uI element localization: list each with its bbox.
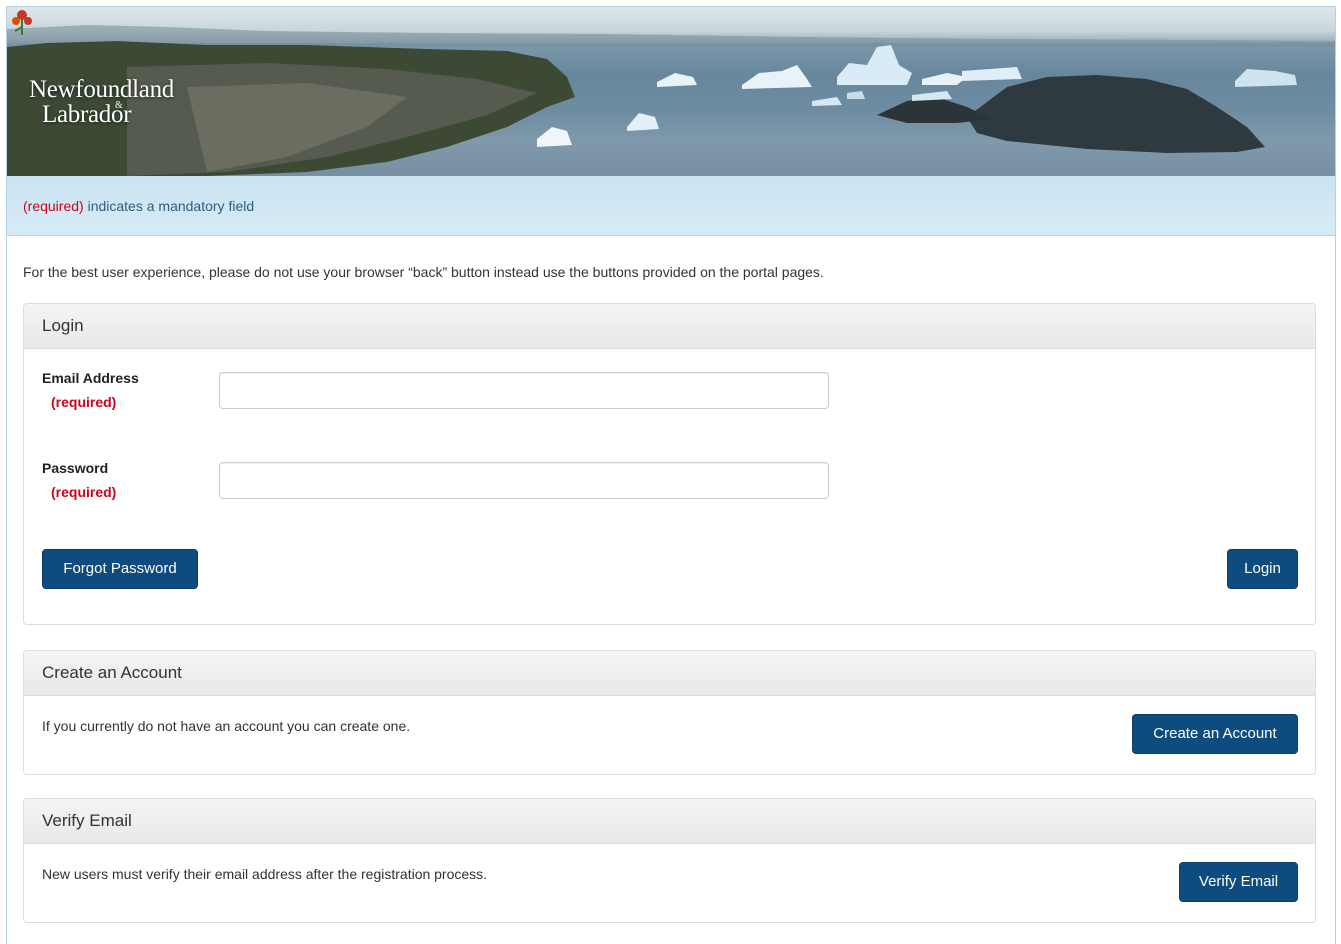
email-label: Email Address xyxy=(42,370,139,386)
page-frame: Newfoundland & Labrador (required) indic… xyxy=(6,6,1336,944)
login-panel-heading: Login xyxy=(24,304,1315,349)
pitcher-plant-emblem-icon xyxy=(12,10,32,35)
required-marker: (required) xyxy=(23,198,84,214)
password-label: Password xyxy=(42,460,109,476)
password-required-marker: (required) xyxy=(51,484,117,500)
back-button-warning: For the best user experience, please do … xyxy=(23,264,824,280)
create-account-button[interactable]: Create an Account xyxy=(1132,714,1298,754)
mandatory-notice-label: indicates a mandatory field xyxy=(83,198,255,214)
verify-email-button[interactable]: Verify Email xyxy=(1179,862,1298,902)
verify-email-panel-heading: Verify Email xyxy=(24,799,1315,844)
header-banner: Newfoundland & Labrador xyxy=(7,7,1335,176)
email-input[interactable] xyxy=(219,372,829,409)
password-input[interactable] xyxy=(219,462,829,499)
create-account-description: If you currently do not have an account … xyxy=(42,718,411,734)
mandatory-notice-bar: (required) indicates a mandatory field xyxy=(7,176,1335,236)
logo-line2: Labrador xyxy=(42,101,132,128)
login-button[interactable]: Login xyxy=(1227,549,1298,589)
verify-email-description: New users must verify their email addres… xyxy=(42,866,488,882)
verify-email-panel: Verify Email New users must verify their… xyxy=(23,798,1316,923)
logo-ampersand: & xyxy=(115,100,123,111)
mandatory-notice-text: (required) indicates a mandatory field xyxy=(23,198,254,214)
email-required-marker: (required) xyxy=(51,394,117,410)
login-panel: Login Email Address (required) Password … xyxy=(23,303,1316,625)
create-account-panel-heading: Create an Account xyxy=(24,651,1315,696)
banner-landscape-image xyxy=(7,25,1335,176)
forgot-password-button[interactable]: Forgot Password xyxy=(42,549,198,589)
create-account-panel: Create an Account If you currently do no… xyxy=(23,650,1316,775)
logo-line1: Newfoundland xyxy=(29,76,174,103)
newfoundland-labrador-logo[interactable]: Newfoundland & Labrador xyxy=(29,76,174,128)
